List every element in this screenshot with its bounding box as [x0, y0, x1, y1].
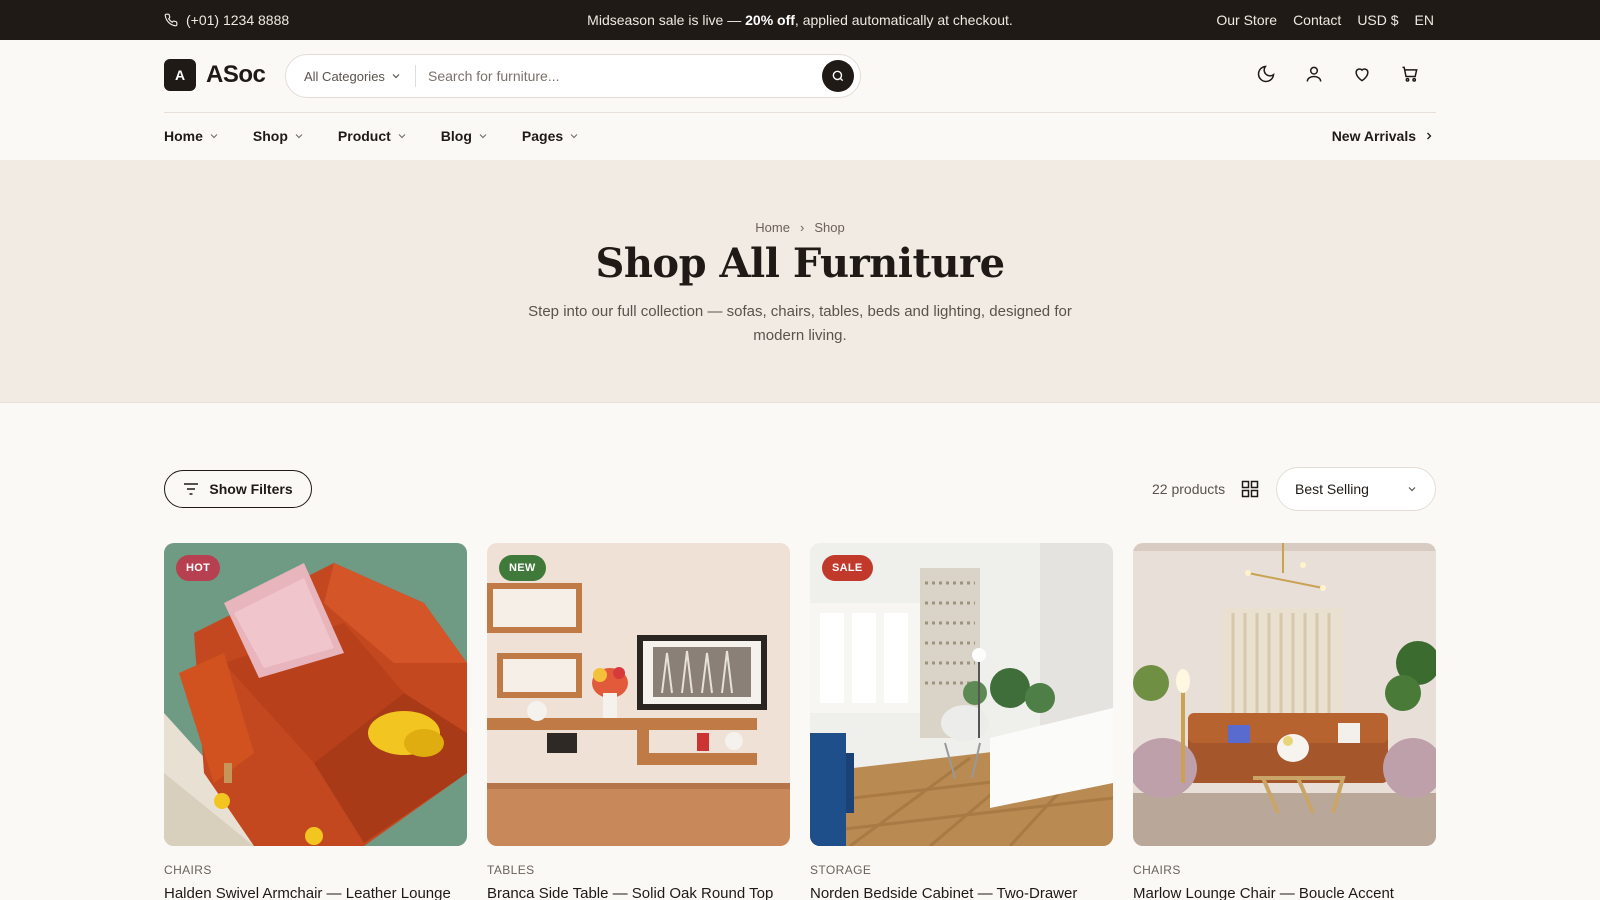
promo-suffix: , applied automatically at checkout.: [794, 12, 1013, 28]
new-arrivals-label: New Arrivals: [1331, 128, 1416, 144]
nav-item-label: Shop: [252, 128, 288, 144]
chevron-down-icon: [392, 74, 400, 79]
product-title[interactable]: Branca Side Table — Solid Oak Round Top: [487, 885, 790, 900]
breadcrumb-home[interactable]: Home: [755, 220, 790, 235]
search-bar: All Categories: [285, 54, 861, 98]
product-card[interactable]: SALE STORAGE Norden Bedside Cabinet — Tw…: [810, 543, 1113, 900]
room-illustration: [810, 543, 1113, 846]
contact-link[interactable]: Contact: [1293, 12, 1341, 28]
moon-icon: [1257, 65, 1275, 83]
grid-view-icon[interactable]: [1241, 480, 1259, 498]
search-icon: [832, 70, 844, 82]
nav-item-product[interactable]: Product: [338, 128, 407, 144]
account-button[interactable]: [1304, 64, 1324, 84]
product-category: STORAGE: [810, 863, 872, 877]
product-image: HOT: [164, 543, 467, 846]
breadcrumb: Home › Shop: [0, 220, 1600, 235]
chevron-down-icon: [570, 134, 578, 139]
breadcrumb-current: Shop: [814, 220, 845, 235]
chevron-right-icon: [1427, 132, 1432, 140]
chevron-right-icon: ›: [799, 220, 805, 235]
product-image: SALE: [810, 543, 1113, 846]
dark-mode-toggle[interactable]: [1256, 64, 1276, 84]
nav-item-label: Blog: [440, 128, 472, 144]
badge-sale: SALE: [822, 555, 873, 581]
product-image: NEW: [487, 543, 790, 846]
search-button[interactable]: [822, 60, 854, 92]
announcement-bar: (+01) 1234 8888 Midseason sale is live —…: [0, 0, 1600, 40]
product-category: CHAIRS: [1133, 863, 1181, 877]
nav-item-label: Home: [164, 128, 203, 144]
product-card[interactable]: NEW TABLES Branca Side Table — Solid Oak…: [487, 543, 790, 900]
living-room-illustration: [1133, 543, 1436, 846]
product-title[interactable]: Halden Swivel Armchair — Leather Lounge: [164, 885, 467, 900]
nav-item-pages[interactable]: Pages: [522, 128, 579, 144]
cart-button[interactable]: [1400, 64, 1420, 84]
product-category: TABLES: [487, 863, 535, 877]
sofa-illustration: [164, 543, 467, 846]
page-subtitle: Step into our full collection — sofas, c…: [528, 303, 1072, 344]
currency-selector[interactable]: USD $: [1357, 12, 1398, 28]
new-arrivals-link[interactable]: New Arrivals: [1332, 128, 1434, 144]
chevron-down-icon: [479, 134, 487, 139]
logo[interactable]: A ASoc: [164, 59, 266, 91]
chevron-down-icon: [210, 134, 218, 139]
user-icon: [1306, 66, 1322, 82]
shelving-illustration: [487, 543, 790, 846]
logo-name: ASoc: [206, 61, 266, 88]
heart-icon: [1355, 68, 1369, 82]
product-image: [1133, 543, 1436, 846]
product-grid: HOT CHAIRS Halden Swivel Armchair — Leat…: [164, 543, 1436, 900]
product-title[interactable]: Marlow Lounge Chair — Boucle Accent: [1133, 885, 1436, 900]
wishlist-button[interactable]: [1352, 64, 1372, 84]
header-actions: [1256, 64, 1420, 84]
chevron-down-icon: [295, 134, 303, 139]
cart-icon: [1402, 66, 1418, 82]
main-nav: Home Shop Product Blog Pages: [164, 128, 579, 144]
badge-hot: HOT: [176, 555, 221, 581]
product-category: CHAIRS: [164, 863, 212, 877]
sort-select[interactable]: Best Selling: [1276, 467, 1436, 511]
language-selector[interactable]: EN: [1415, 12, 1434, 28]
nav-item-blog[interactable]: Blog: [441, 128, 488, 144]
page-hero: Home › Shop Shop All Furniture Step into…: [0, 160, 1600, 403]
topbar-links: Our Store Contact USD $ EN: [1216, 12, 1434, 28]
filter-icon: [184, 483, 199, 495]
nav-item-home[interactable]: Home: [164, 128, 219, 144]
show-filters-button[interactable]: Show Filters: [164, 470, 312, 508]
product-card[interactable]: HOT CHAIRS Halden Swivel Armchair — Leat…: [164, 543, 467, 900]
nav-item-label: Pages: [521, 128, 564, 144]
logo-mark: A: [164, 59, 196, 91]
chevron-down-icon: [398, 134, 406, 139]
nav-item-shop[interactable]: Shop: [253, 128, 304, 144]
page-title: Shop All Furniture: [595, 240, 1005, 287]
sort-select-value: Best Selling: [1295, 481, 1369, 497]
product-title[interactable]: Norden Bedside Cabinet — Two-Drawer: [810, 885, 1113, 900]
nav-item-label: Product: [337, 128, 391, 144]
chevron-down-icon: [1408, 487, 1416, 492]
product-count: 22 products: [1152, 481, 1226, 497]
header-divider: [164, 112, 1436, 113]
promo-prefix: Midseason sale is live —: [587, 12, 746, 28]
product-card[interactable]: CHAIRS Marlow Lounge Chair — Boucle Acce…: [1133, 543, 1436, 900]
badge-new: NEW: [499, 555, 546, 581]
search-input[interactable]: [416, 68, 822, 84]
category-select-value: All Categories: [304, 68, 385, 84]
promo-discount: 20% off: [745, 12, 795, 28]
our-store-link[interactable]: Our Store: [1216, 12, 1277, 28]
show-filters-label: Show Filters: [209, 481, 293, 497]
category-select[interactable]: All Categories: [286, 65, 416, 87]
